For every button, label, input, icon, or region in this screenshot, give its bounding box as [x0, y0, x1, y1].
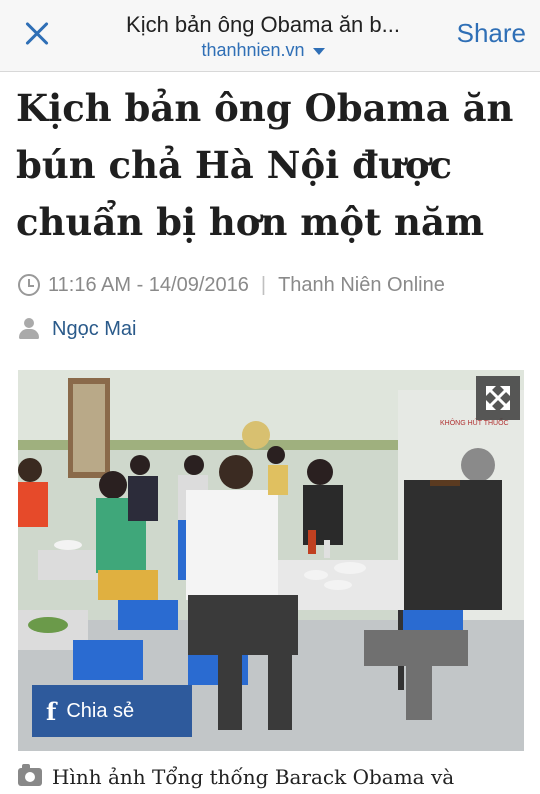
author-link[interactable]: Ngọc Mai	[52, 318, 136, 341]
share-chip-label: Chia sẻ	[66, 699, 135, 722]
share-button[interactable]: Share	[457, 18, 526, 49]
page-title: Kịch bản ông Obama ăn b...	[126, 12, 400, 37]
photo-caption: Hình ảnh Tổng thống Barack Obama và	[18, 762, 454, 792]
facebook-share-button[interactable]: f Chia sẻ	[32, 685, 192, 737]
browser-toolbar: Kịch bản ông Obama ăn b... thanhnien.vn …	[0, 0, 540, 72]
domain-selector[interactable]: thanhnien.vn	[98, 40, 428, 61]
expand-icon[interactable]	[476, 376, 520, 420]
expand-glyph	[486, 386, 510, 410]
clock-icon	[18, 274, 40, 296]
article-photo[interactable]: KHÔNG HÚT THUỐC f Chia sẻ	[18, 370, 524, 751]
camera-icon	[18, 764, 42, 786]
author-row: Ngọc Mai	[18, 314, 136, 344]
person-icon	[18, 317, 40, 341]
publish-time: 11:16 AM - 14/09/2016	[48, 273, 249, 296]
article-meta: 11:16 AM - 14/09/2016 | Thanh Niên Onlin…	[18, 270, 445, 300]
chevron-down-icon	[312, 47, 325, 55]
facebook-icon: f	[46, 696, 57, 726]
meta-divider: |	[260, 273, 267, 296]
article-headline: Kịch bản ông Obama ăn bún chả Hà Nội đượ…	[16, 86, 514, 244]
source-name: Thanh Niên Online	[278, 273, 445, 296]
domain-label: thanhnien.vn	[201, 40, 305, 60]
close-icon[interactable]	[18, 14, 58, 54]
caption-text: Hình ảnh Tổng thống Barack Obama và	[52, 765, 455, 789]
